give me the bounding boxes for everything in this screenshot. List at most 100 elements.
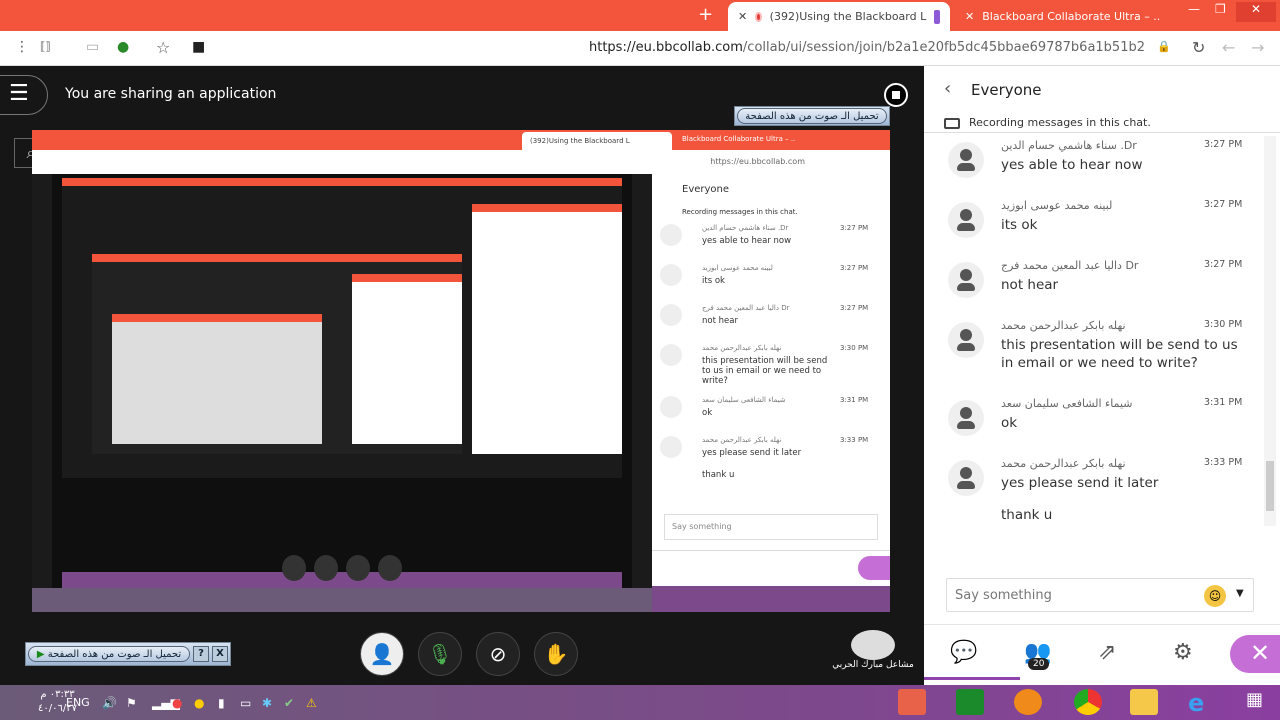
chrome-icon[interactable]: [1074, 689, 1102, 715]
display-icon[interactable]: ▭: [240, 696, 251, 710]
back-icon[interactable]: ←: [1222, 38, 1235, 57]
close-tab-icon[interactable]: ✕: [965, 10, 974, 23]
reload-icon[interactable]: ↻: [1192, 38, 1205, 57]
idm-icon[interactable]: ●: [117, 39, 129, 55]
audio-download-toolbar-nested: تحميل الـ صوت من هذه الصفحة: [734, 106, 890, 126]
raise-hand-button[interactable]: ✋: [534, 632, 578, 676]
tab-inactive[interactable]: ✕ Blackboard Collaborate Ultra – ..: [955, 2, 1170, 31]
url-field[interactable]: https://eu.bbcollab.com/collab/ui/sessio…: [589, 40, 1145, 55]
message-text: not hear: [1001, 277, 1059, 293]
close-tab-icon[interactable]: ✕: [738, 10, 747, 23]
nested-chat-input: Say something: [664, 514, 878, 540]
chat-icon[interactable]: 💬: [950, 640, 977, 665]
windows-taskbar: e ▦: [0, 685, 1280, 720]
session-controls: 👤 🎙 ⊘ ✋: [360, 632, 578, 676]
audio-download-toolbar: ▶ تحميل الـ صوت من هذه الصفحة ? X: [25, 642, 231, 666]
message-time: 3:30 PM: [1204, 319, 1243, 330]
chat-panel: ‹ Everyone Recording messages in this ch…: [924, 66, 1280, 685]
microphone-button[interactable]: 🎙: [418, 632, 462, 676]
scrollbar-thumb[interactable]: [1266, 461, 1274, 511]
recording-icon: [755, 11, 762, 22]
avatar: [948, 202, 984, 238]
tab-active[interactable]: ✕ (392)Using the Blackboard L: [728, 2, 950, 31]
download-audio-label: تحميل الـ صوت من هذه الصفحة: [47, 649, 182, 660]
notification-icon[interactable]: ●: [172, 696, 182, 710]
browser-tab-strip: + ✕ (392)Using the Blackboard L ✕ Blackb…: [0, 0, 1280, 31]
emoji-icon[interactable]: ☺: [1204, 585, 1226, 607]
menu-kebab-icon[interactable]: ⋮: [15, 39, 29, 55]
new-tab-button[interactable]: +: [698, 4, 713, 25]
security-icon[interactable]: ✔: [284, 696, 294, 710]
presenter-tile: مشاعل مبارك الحربي: [828, 630, 918, 676]
file-explorer-icon[interactable]: [1130, 689, 1158, 715]
play-icon: ▶: [36, 649, 48, 660]
language-indicator[interactable]: ENG: [66, 696, 90, 709]
tab-title: (392)Using the Blackboard L: [769, 10, 927, 23]
close-panel-button[interactable]: ✕: [1230, 635, 1280, 673]
avatar: [948, 262, 984, 298]
video-icon[interactable]: ■: [192, 39, 205, 55]
emoji-dropdown-icon[interactable]: ▼: [1236, 588, 1244, 599]
cast-icon[interactable]: ▭: [86, 39, 99, 55]
nested-tab: Blackboard Collaborate Ultra – ..: [682, 135, 796, 143]
chat-scrollbar[interactable]: [1264, 136, 1276, 526]
download-audio-button[interactable]: ▶ تحميل الـ صوت من هذه الصفحة: [28, 646, 190, 662]
message-text: yes please send it later: [1001, 475, 1159, 491]
message-time: 3:27 PM: [1204, 199, 1243, 210]
battery-icon[interactable]: ▮: [218, 696, 225, 710]
app-tray-icon[interactable]: ●: [194, 696, 204, 710]
action-center-icon[interactable]: ⚑: [126, 696, 137, 710]
sender-name: لبينه محمد عوسى ابوزيد: [1001, 199, 1113, 212]
bluetooth-icon[interactable]: ✱: [262, 696, 272, 710]
minimize-icon[interactable]: —: [1188, 2, 1200, 16]
message-text: its ok: [1001, 217, 1038, 233]
firefox-icon[interactable]: [1014, 689, 1042, 715]
avatar: [948, 142, 984, 178]
store-icon[interactable]: [956, 689, 984, 715]
recursive-screen: [52, 174, 632, 612]
sender-name: سناء هاشمي حسام الدين .Dr: [1001, 139, 1137, 152]
warning-icon[interactable]: ⚠: [306, 696, 317, 710]
camera-off-button[interactable]: ⊘: [476, 632, 520, 676]
lock-icon[interactable]: 🔒: [1157, 40, 1171, 53]
message-time: 3:27 PM: [1204, 139, 1243, 150]
nested-chat-title: Everyone: [682, 184, 730, 195]
settings-gear-icon[interactable]: ⚙: [1173, 640, 1193, 665]
message-text: yes able to hear now: [1001, 157, 1143, 173]
toolbar-close-button[interactable]: X: [212, 646, 228, 662]
active-tab-indicator: [924, 677, 1020, 680]
nested-recording-note: Recording messages in this chat.: [682, 208, 798, 216]
help-button[interactable]: ?: [193, 646, 209, 662]
powerpoint-icon[interactable]: [898, 689, 926, 715]
close-window-icon[interactable]: ✕: [1236, 2, 1276, 22]
volume-icon[interactable]: 🔊: [102, 696, 117, 710]
nested-tab: (392)Using the Blackboard L: [522, 132, 672, 150]
download-audio-button[interactable]: تحميل الـ صوت من هذه الصفحة: [737, 108, 887, 124]
avatar-status-button[interactable]: 👤: [360, 632, 404, 676]
avatar: [948, 322, 984, 358]
message-time: 3:33 PM: [1204, 457, 1243, 468]
message-text: thank u: [1001, 507, 1053, 523]
internet-explorer-icon[interactable]: e: [1188, 689, 1216, 717]
favicon: [934, 9, 940, 24]
url-path: /collab/ui/session/join/b2a1e20fb5dc45bb…: [742, 40, 1145, 55]
avatar: [948, 460, 984, 496]
stop-sharing-button[interactable]: [884, 83, 908, 107]
message-text: ok: [1001, 415, 1018, 431]
restore-icon[interactable]: ❐: [1215, 2, 1226, 16]
back-chevron-icon[interactable]: ‹: [944, 78, 951, 99]
sender-name: نهله بابكر عبدالرحمن محمد: [1001, 457, 1126, 470]
shared-application-view: (392)Using the Blackboard L Blackboard C…: [32, 130, 890, 612]
sender-name: نهله بابكر عبدالرحمن محمد: [1001, 319, 1126, 332]
bookmark-star-icon[interactable]: ☆: [156, 38, 170, 57]
share-content-icon[interactable]: ⇗: [1098, 640, 1116, 665]
message-time: 3:27 PM: [1204, 259, 1243, 270]
session-menu-button[interactable]: ☰: [0, 75, 48, 115]
start-icon[interactable]: ▦: [1246, 689, 1274, 715]
recording-note: Recording messages in this chat.: [924, 114, 1280, 133]
nested-url: https://eu.bbcollab.com: [710, 157, 805, 166]
nested-tab-strip: (392)Using the Blackboard L Blackboard C…: [32, 130, 890, 150]
chat-title: Everyone: [971, 81, 1042, 99]
forward-icon[interactable]: →: [1251, 38, 1264, 57]
extension-icon[interactable]: ⟦⟧: [40, 40, 51, 53]
